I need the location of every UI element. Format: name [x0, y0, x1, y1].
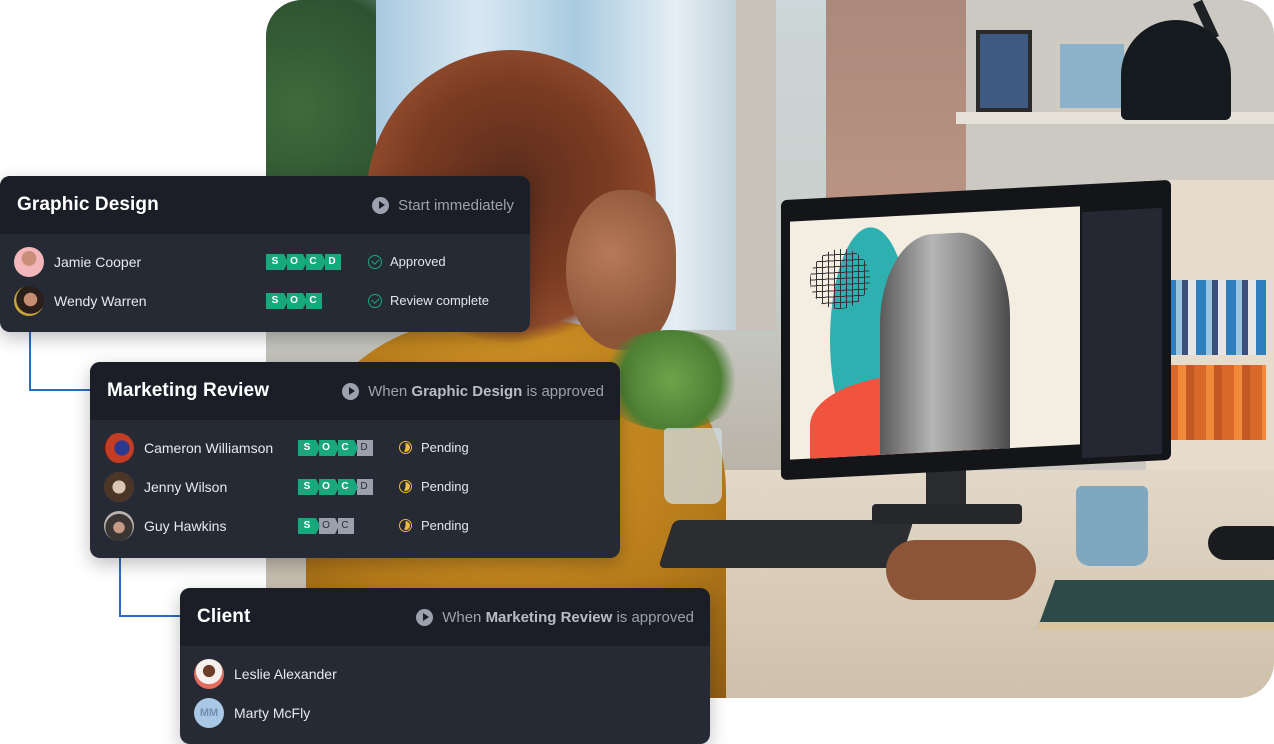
workflow-step-card: Marketing Review When Graphic Design is …	[90, 362, 620, 558]
reviewer-row[interactable]: Jamie Cooper SOCD Approved	[0, 242, 530, 281]
status-label: Pending	[421, 518, 469, 533]
reviewer-row[interactable]: Wendy Warren SOC Review complete	[0, 281, 530, 320]
reviewer-name: Cameron Williamson	[144, 439, 274, 456]
photo-pen-holder	[664, 428, 722, 504]
photo-monitor-comments-panel	[1082, 207, 1162, 459]
photo-keyboard	[658, 520, 914, 568]
avatar-initials: MM	[194, 697, 224, 728]
stage-s-complete: S	[298, 478, 320, 495]
step-header: Marketing Review When Graphic Design is …	[90, 362, 620, 420]
photo-window-frame	[736, 0, 776, 330]
step-trigger: When Marketing Review is approved	[416, 608, 694, 626]
workflow-connector	[119, 557, 181, 617]
step-trigger: Start immediately	[372, 196, 514, 214]
status-label: Pending	[421, 479, 469, 494]
photo-binders	[1166, 365, 1266, 440]
stage-s-complete: S	[266, 292, 288, 309]
stage-progress: SOCD	[266, 253, 341, 270]
workflow-step-card: Graphic Design Start immediately Jamie C…	[0, 176, 530, 332]
artwork-portrait	[880, 230, 1010, 455]
trigger-prefix: When	[368, 382, 412, 400]
reviewer-name: Jamie Cooper	[54, 253, 142, 270]
avatar	[194, 658, 224, 689]
check-circle-icon	[368, 293, 382, 308]
photo-framed-picture	[1056, 40, 1128, 112]
stage-s-complete: S	[298, 439, 320, 456]
pending-clock-icon	[399, 441, 412, 454]
photo-speaker	[1208, 526, 1274, 560]
review-status: Review complete	[368, 293, 489, 308]
trigger-step-name: Graphic Design	[411, 382, 523, 400]
photo-mug	[1076, 486, 1148, 566]
photo-books	[1166, 280, 1266, 355]
step-title: Client	[197, 606, 251, 627]
trigger-prefix: Start immediately	[398, 196, 514, 214]
reviewer-name: Marty McFly	[234, 704, 311, 721]
step-trigger: When Graphic Design is approved	[342, 382, 604, 400]
stage-progress: SOCD	[298, 439, 373, 456]
trigger-suffix: is approved	[612, 608, 694, 626]
trigger-step-name: Marketing Review	[485, 608, 613, 626]
reviewer-name: Guy Hawkins	[144, 517, 227, 534]
trigger-prefix: When	[442, 608, 486, 626]
photo-notebook	[1036, 580, 1274, 630]
stage-progress: SOC	[298, 517, 354, 534]
stage-s-complete: S	[266, 253, 288, 270]
avatar	[104, 510, 134, 541]
step-title: Marketing Review	[107, 380, 270, 401]
reviewer-name: Leslie Alexander	[234, 665, 337, 682]
reviewer-list: Jamie Cooper SOCD Approved Wendy Warren …	[0, 234, 530, 320]
avatar	[14, 246, 44, 277]
trigger-suffix: is approved	[522, 382, 604, 400]
reviewer-name: Wendy Warren	[54, 292, 147, 309]
reviewer-row[interactable]: Cameron Williamson SOCD Pending	[90, 428, 620, 467]
pending-clock-icon	[399, 519, 412, 532]
status-label: Review complete	[390, 293, 489, 308]
status-label: Pending	[421, 440, 469, 455]
status-label: Approved	[390, 254, 446, 269]
step-header: Client When Marketing Review is approved	[180, 588, 710, 646]
review-status: Approved	[368, 254, 446, 269]
step-header: Graphic Design Start immediately	[0, 176, 530, 234]
photo-person-face	[566, 190, 676, 350]
photo-monitor-base	[872, 504, 1022, 524]
photo-framed-picture	[976, 30, 1032, 112]
photo-monitor-artwork	[790, 206, 1080, 460]
photo-hand	[886, 540, 1036, 600]
check-circle-icon	[368, 254, 382, 269]
photo-desk-lamp	[1121, 20, 1231, 120]
review-status: Pending	[399, 440, 469, 455]
review-status: Pending	[399, 479, 469, 494]
play-circle-icon	[342, 382, 360, 400]
step-title: Graphic Design	[17, 194, 159, 215]
avatar	[104, 432, 134, 463]
review-status: Pending	[399, 518, 469, 533]
reviewer-row[interactable]: MM Marty McFly	[180, 693, 710, 732]
stage-progress: SOC	[266, 292, 322, 309]
reviewer-row[interactable]: Guy Hawkins SOC Pending	[90, 506, 620, 545]
stage-s-complete: S	[298, 517, 320, 534]
reviewer-list: Cameron Williamson SOCD Pending Jenny Wi…	[90, 420, 620, 545]
workflow-step-card: Client When Marketing Review is approved…	[180, 588, 710, 744]
reviewer-row[interactable]: Leslie Alexander	[180, 654, 710, 693]
pending-clock-icon	[399, 480, 412, 493]
play-circle-icon	[372, 196, 390, 214]
reviewer-list: Leslie Alexander MM Marty McFly	[180, 646, 710, 732]
avatar	[14, 285, 44, 316]
workflow-connector	[29, 331, 91, 391]
reviewer-name: Jenny Wilson	[144, 478, 228, 495]
stage-progress: SOCD	[298, 478, 373, 495]
play-circle-icon	[416, 608, 434, 626]
reviewer-row[interactable]: Jenny Wilson SOCD Pending	[90, 467, 620, 506]
avatar	[104, 471, 134, 502]
